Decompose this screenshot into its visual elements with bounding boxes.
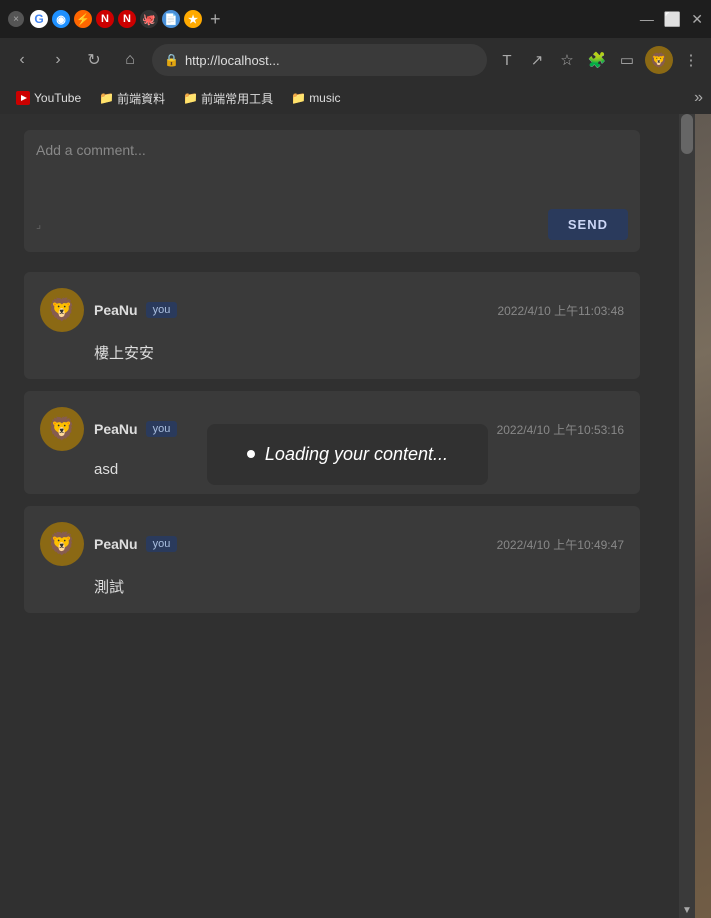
side-image-strip (695, 114, 711, 918)
favicon-blue: ◉ (52, 10, 70, 28)
titlebar: × G ◉ ⚡ N N 🐙 📄 ★ + — ⬜ ✕ (0, 0, 711, 38)
minimize-btn[interactable]: — (640, 11, 654, 28)
comment-meta-3: PeaNu you 2022/4/10 上午10:49:47 (94, 536, 624, 553)
new-tab-button[interactable]: + (210, 9, 221, 30)
comment-time-3: 2022/4/10 上午10:49:47 (497, 536, 624, 553)
comment-header-3: 🦁 PeaNu you 2022/4/10 上午10:49:47 (40, 522, 624, 566)
tab-close-btn[interactable]: × (8, 11, 24, 27)
youtube-favicon-icon (16, 91, 30, 105)
username-2: PeaNu (94, 421, 138, 437)
favicon-star: ★ (184, 10, 202, 28)
user-avatar-nav[interactable]: 🦁 (645, 46, 673, 74)
favicon-n1: N (96, 10, 114, 28)
bookmark-youtube-label: YouTube (34, 91, 81, 105)
user-avatar-3: 🦁 (40, 522, 84, 566)
favicon-n2: N (118, 10, 136, 28)
translate-icon[interactable]: T (495, 48, 519, 72)
comment-block-3: 🦁 PeaNu you 2022/4/10 上午10:49:47 測試 (24, 506, 640, 613)
you-badge-3: you (146, 536, 178, 552)
comment-block-1: 🦁 PeaNu you 2022/4/10 上午11:03:48 樓上安安 (24, 272, 640, 379)
favicon-google: G (30, 10, 48, 28)
bookmark-youtube[interactable]: YouTube (8, 89, 89, 107)
favicon-github: 🐙 (140, 10, 158, 28)
favicon-bolt: ⚡ (74, 10, 92, 28)
tab-favicons: G ◉ ⚡ N N 🐙 📄 ★ + (30, 9, 634, 30)
menu-icon[interactable]: ⋮ (679, 48, 703, 72)
bookmark-frontend-tools[interactable]: 📁 前端常用工具 (175, 88, 281, 109)
home-button[interactable]: ⌂ (116, 46, 144, 74)
folder-icon-1: 📁 (99, 91, 113, 105)
username-3: PeaNu (94, 536, 138, 552)
user-avatar-2: 🦁 (40, 407, 84, 451)
bookmark-music-label: music (309, 91, 340, 105)
comment-time-2: 2022/4/10 上午10:53:16 (497, 421, 624, 438)
bookmark-music[interactable]: 📁 music (283, 89, 348, 107)
address-bar[interactable]: 🔒 http://localhost... (152, 44, 487, 76)
bookmark-icon[interactable]: ☆ (555, 48, 579, 72)
resize-handle-icon: ⌟ (36, 218, 41, 231)
scrollbar[interactable]: ▲ ▼ (679, 114, 695, 918)
maximize-btn[interactable]: ⬜ (664, 11, 681, 28)
comment-text-3: 測試 (40, 576, 624, 597)
close-window-btn[interactable]: ✕ (691, 11, 703, 28)
browser-body: ⌟ SEND 🦁 PeaNu you 2022/4/10 上午11:03:48 … (0, 114, 711, 918)
bookmarks-bar: YouTube 📁 前端資料 📁 前端常用工具 📁 music » (0, 82, 711, 114)
send-button[interactable]: SEND (548, 209, 628, 240)
forward-button[interactable]: › (44, 46, 72, 74)
username-1: PeaNu (94, 302, 138, 318)
comment-input-area: ⌟ SEND (24, 130, 640, 252)
comment-header-1: 🦁 PeaNu you 2022/4/10 上午11:03:48 (40, 288, 624, 332)
bookmarks-more-button[interactable]: » (694, 89, 703, 107)
sidebar-icon[interactable]: ▭ (615, 48, 639, 72)
extensions-icon[interactable]: 🧩 (585, 48, 609, 72)
comment-textarea[interactable] (36, 142, 628, 202)
comment-text-1: 樓上安安 (40, 342, 624, 363)
reload-button[interactable]: ↻ (80, 46, 108, 74)
user-avatar-1: 🦁 (40, 288, 84, 332)
comment-time-1: 2022/4/10 上午11:03:48 (497, 302, 624, 319)
page-wrapper: ⌟ SEND 🦁 PeaNu you 2022/4/10 上午11:03:48 … (0, 114, 664, 641)
comment-meta-2: PeaNu you 2022/4/10 上午10:53:16 (94, 421, 624, 438)
favicon-doc: 📄 (162, 10, 180, 28)
share-icon[interactable]: ↗ (525, 48, 549, 72)
scrollbar-down-arrow[interactable]: ▼ (679, 902, 695, 918)
bookmark-frontend-data-label: 前端資料 (117, 90, 165, 107)
scrollbar-thumb[interactable] (681, 114, 693, 154)
you-badge-2: you (146, 421, 178, 437)
comment-text-2: asd (40, 461, 624, 478)
back-button[interactable]: ‹ (8, 46, 36, 74)
security-icon: 🔒 (164, 53, 179, 67)
comment-meta-1: PeaNu you 2022/4/10 上午11:03:48 (94, 302, 624, 319)
bookmark-frontend-data[interactable]: 📁 前端資料 (91, 88, 173, 109)
folder-icon-3: 📁 (291, 91, 305, 105)
nav-right-icons: T ↗ ☆ 🧩 ▭ 🦁 ⋮ (495, 46, 703, 74)
address-text: http://localhost... (185, 53, 280, 68)
navbar: ‹ › ↻ ⌂ 🔒 http://localhost... T ↗ ☆ 🧩 ▭ … (0, 38, 711, 82)
content-area: ⌟ SEND 🦁 PeaNu you 2022/4/10 上午11:03:48 … (0, 114, 695, 918)
bookmark-frontend-tools-label: 前端常用工具 (201, 90, 273, 107)
you-badge-1: you (146, 302, 178, 318)
folder-icon-2: 📁 (183, 91, 197, 105)
comment-header-2: 🦁 PeaNu you 2022/4/10 上午10:53:16 (40, 407, 624, 451)
comment-block-2: 🦁 PeaNu you 2022/4/10 上午10:53:16 asd (24, 391, 640, 494)
